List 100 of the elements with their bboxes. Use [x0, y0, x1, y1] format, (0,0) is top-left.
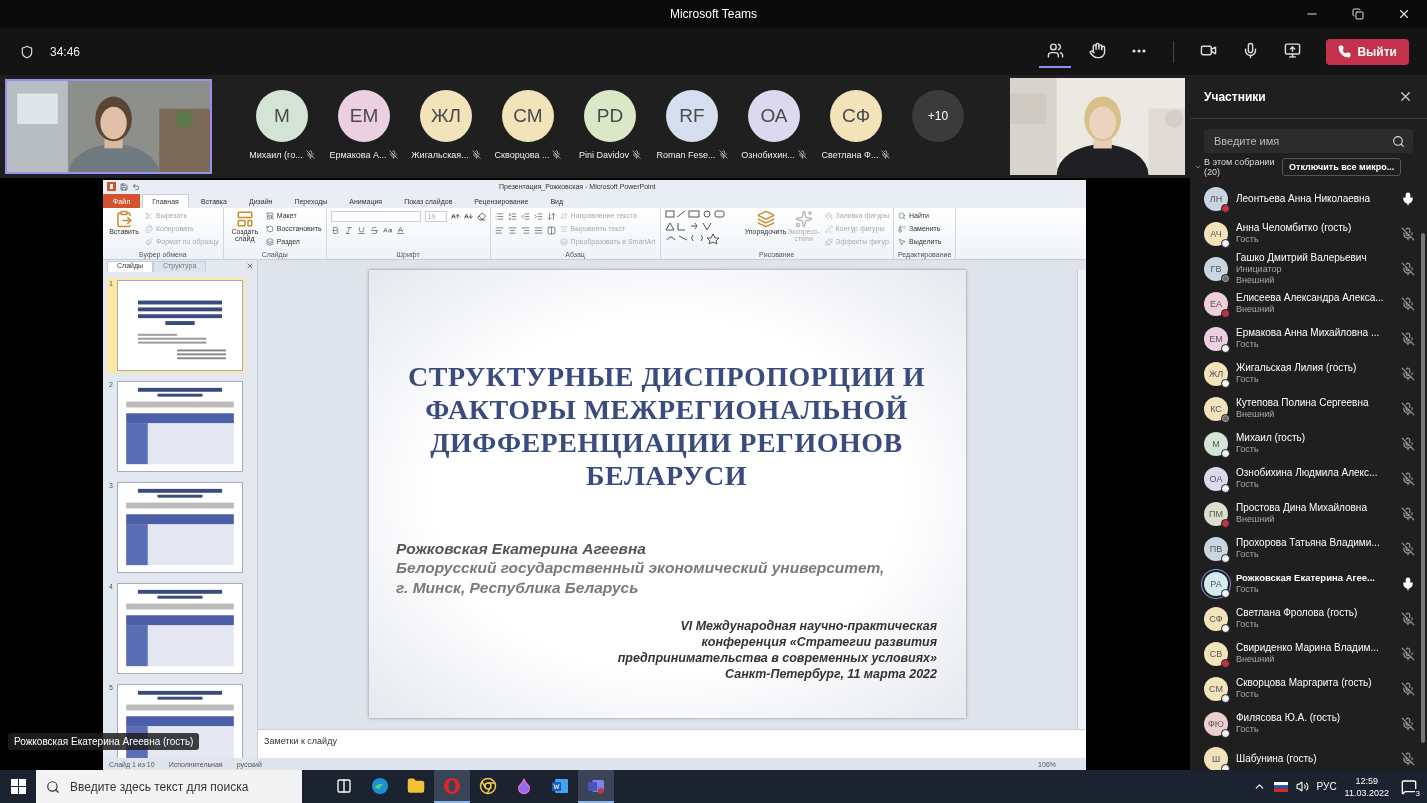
bold-icon[interactable] [330, 225, 340, 235]
participant-avatar: ЕА [1204, 291, 1228, 316]
language-indicator[interactable]: РУС [1316, 781, 1337, 792]
close-button[interactable] [1398, 89, 1413, 104]
window-title: Microsoft Teams [669, 7, 758, 21]
participant-avatar[interactable]: СМ [502, 89, 554, 142]
participant-name: Простова Дина Михайловна [1236, 502, 1367, 514]
close-icon[interactable] [246, 262, 254, 270]
ribbon-icon [824, 211, 833, 220]
grow-font-icon [450, 211, 460, 221]
italic-icon[interactable] [343, 225, 353, 235]
participant-name: Филясова Ю.А. (гость) [1236, 712, 1341, 724]
taskbar-app[interactable] [434, 770, 470, 803]
scrollbar[interactable] [1077, 270, 1086, 729]
slide-conference: VI Международная научно-практическая [680, 618, 937, 634]
bullets-icon[interactable] [494, 211, 504, 221]
taskbar-app[interactable] [578, 770, 614, 803]
participant-role: Гость [1236, 549, 1259, 560]
notes-field[interactable]: Заметки к слайду [258, 730, 1086, 758]
app-logo-icon [107, 182, 116, 191]
align-right-icon[interactable] [520, 225, 530, 235]
clear-format-icon [476, 211, 486, 221]
undo-icon[interactable] [132, 182, 140, 191]
indent-icon[interactable] [533, 211, 543, 221]
participant-avatar: КС [1204, 396, 1228, 421]
participant-role: Внешний [1236, 654, 1275, 665]
ribbon-icon [115, 210, 133, 228]
more-icon [1132, 48, 1147, 53]
participant-name: Анна Челомбитко (гость) [1236, 222, 1352, 234]
participant-role: Инициатор [1236, 263, 1282, 275]
align-left-icon[interactable] [494, 225, 504, 235]
participant-role: Внешний [1236, 274, 1275, 286]
justify-icon[interactable] [533, 225, 543, 235]
columns-icon[interactable] [546, 225, 556, 235]
participant-avatar: РА [1204, 571, 1228, 596]
participant-role: Гость [1236, 339, 1259, 350]
ribbon-icon [145, 237, 153, 246]
participant-role: Гость [1236, 374, 1259, 385]
ribbon-icon [794, 210, 813, 228]
line-spacing-icon[interactable] [546, 211, 556, 221]
case-icon[interactable] [382, 225, 392, 235]
align-center-icon[interactable] [507, 225, 517, 235]
more-participants-button[interactable]: +10 [912, 89, 964, 142]
participant-avatar[interactable]: ЕМ [338, 89, 390, 142]
participant-name: Жигальская... [411, 149, 469, 160]
numbering-icon[interactable] [507, 211, 517, 221]
slide-thumbnail[interactable] [117, 280, 243, 371]
ribbon-icon [145, 211, 153, 220]
save-icon[interactable] [120, 182, 128, 191]
slide-thumbnail[interactable] [117, 482, 243, 573]
notifications-button[interactable]: 3 [1397, 778, 1421, 795]
participant-avatar[interactable]: СФ [830, 89, 882, 142]
expand-icon[interactable] [1194, 163, 1202, 171]
slide-title: СТРУКТУРНЫЕ ДИСПРОПОРЦИИ И [408, 360, 925, 393]
ribbon-icon [756, 210, 775, 228]
participant-role: Внешний [1236, 304, 1275, 315]
ribbon-icon [824, 224, 833, 233]
slide-title: ДИФФЕРЕНЦИАЦИИ РЕГИОНОВ [430, 426, 903, 459]
section-label: В этом собрании (20) [1204, 157, 1275, 177]
mic-off-icon [632, 150, 641, 159]
participant-name: Светлана Фролова (гость) [1236, 607, 1358, 619]
participant-avatar[interactable]: ЖЛ [420, 89, 472, 142]
ribbon-icon [265, 211, 274, 220]
font-name-field[interactable] [330, 210, 421, 222]
chrome-icon [479, 776, 497, 795]
participant-name: Кутепова Полина Сергеевна [1236, 397, 1369, 409]
participant-role: Внешний [1236, 514, 1275, 525]
search-icon [1392, 134, 1405, 148]
participant-avatar: ПМ [1204, 501, 1228, 526]
slide-thumbnail[interactable] [117, 381, 243, 472]
participant-avatar[interactable]: PD [584, 89, 636, 142]
hand-icon [1088, 42, 1106, 59]
folder-icon [407, 776, 425, 795]
shield-icon [20, 44, 34, 59]
participant-role: Гость [1236, 689, 1259, 700]
participant-avatar: АЧ [1204, 221, 1228, 246]
underline-icon[interactable] [356, 225, 366, 235]
close-icon [1398, 89, 1413, 104]
search-icon [46, 779, 60, 794]
volume-icon[interactable] [1295, 780, 1309, 793]
font-color-icon[interactable] [395, 225, 405, 235]
participant-avatar: ЕМ [1204, 326, 1228, 351]
participant-role: Гость [1236, 619, 1259, 630]
scrollbar[interactable] [1421, 233, 1425, 743]
mic-off-icon [552, 150, 562, 159]
task-view-icon [336, 777, 352, 794]
outdent-icon[interactable] [520, 211, 530, 221]
participant-name: Ознобихина Людмила Алекс... [1236, 467, 1378, 479]
close-icon [1397, 7, 1411, 21]
slide-title: БЕЛАРУСИ [586, 459, 747, 492]
participant-avatar: ПВ [1204, 536, 1228, 561]
participant-avatar[interactable]: M [256, 89, 308, 142]
slide-thumbnail[interactable] [117, 583, 243, 674]
strikethrough-icon[interactable] [369, 225, 379, 235]
participant-avatar[interactable]: RF [666, 89, 718, 142]
meeting-timer: 34:46 [50, 44, 81, 59]
mic-off-icon [471, 150, 481, 159]
leave-button[interactable]: Выйти [1326, 38, 1409, 65]
participant-avatar[interactable]: ОА [748, 89, 800, 142]
mute-all-button[interactable]: Отключить все микро... [1282, 158, 1402, 176]
